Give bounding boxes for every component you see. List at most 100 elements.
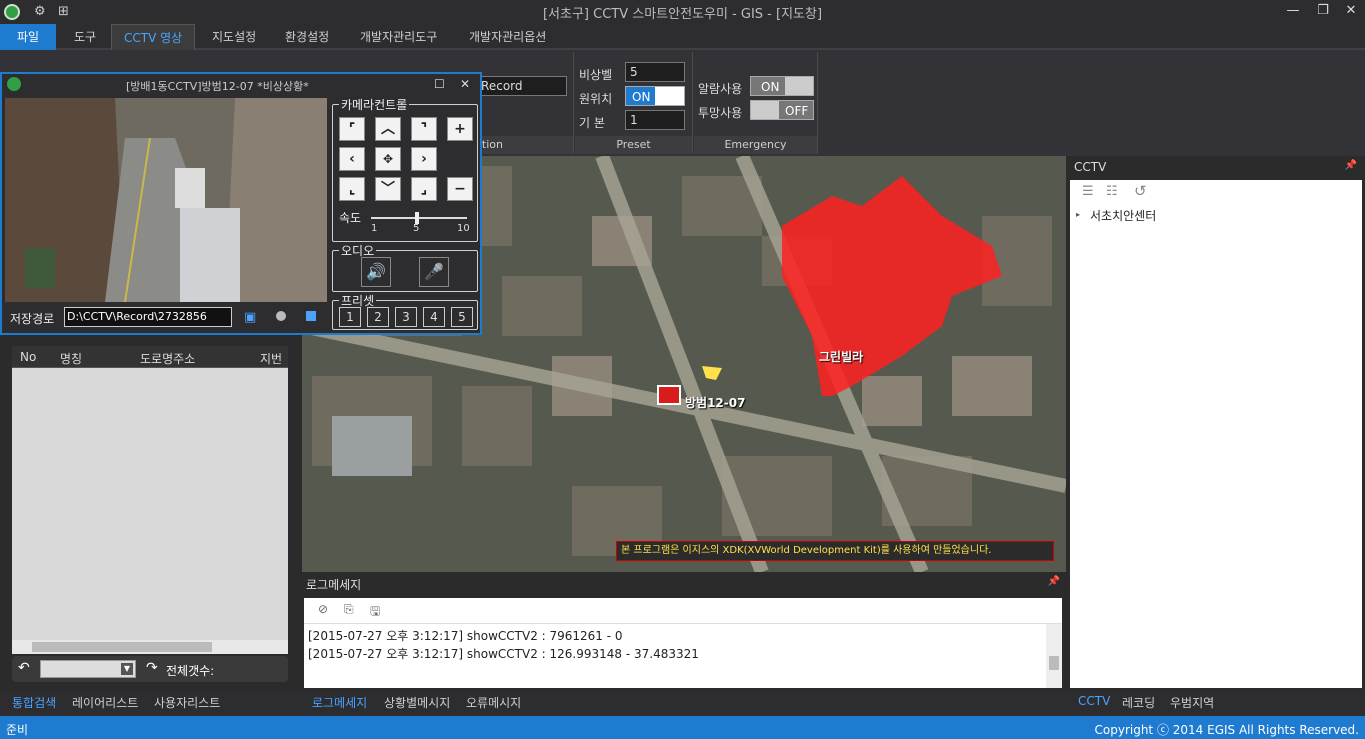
status-bar: 준비 Copyright ⓒ 2014 EGIS All Rights Rese…: [0, 716, 1365, 739]
list-expand-icon[interactable]: ☰: [1082, 184, 1094, 199]
log-line-1: [2015-07-27 오후 3:12:17] showCCTV2 : 7961…: [308, 629, 623, 643]
minimize-button[interactable]: —: [1282, 2, 1304, 20]
save-icon[interactable]: ▣: [244, 310, 256, 325]
results-table-body[interactable]: [12, 368, 288, 640]
camera-control-title: 카메라컨트롤: [339, 96, 410, 113]
restore-button[interactable]: ❐: [1312, 2, 1334, 20]
menu-file[interactable]: 파일: [0, 24, 56, 50]
pan-up-right-button[interactable]: ⌝: [411, 117, 437, 141]
preset-3-button[interactable]: 3: [395, 307, 417, 327]
menu-bar: 파일 도구 CCTV 영상 지도설정 환경설정 개발자관리도구 개발자관리옵션: [0, 24, 1365, 50]
emergency-bell-label: 비상벨: [579, 68, 613, 82]
menu-map-settings[interactable]: 지도설정: [200, 24, 268, 50]
pan-down-button[interactable]: ﹀: [375, 177, 401, 201]
emergency-bell-input[interactable]: 5: [625, 62, 685, 82]
pan-down-left-button[interactable]: ⌞: [339, 177, 365, 201]
status-text: 준비: [6, 723, 29, 737]
building-label: 그린빌라: [819, 350, 864, 364]
window-title: [서초구] CCTV 스마트안전도우미 - GIS - [지도창]: [542, 7, 823, 22]
pin-icon[interactable]: 📌: [1345, 160, 1357, 171]
pan-down-right-button[interactable]: ⌟: [411, 177, 437, 201]
menu-env-settings[interactable]: 환경설정: [273, 24, 341, 50]
tab-error-message[interactable]: 오류메시지: [466, 694, 521, 711]
center-move-icon[interactable]: ✥: [375, 147, 401, 171]
zoom-out-button[interactable]: −: [447, 177, 473, 201]
basic-input[interactable]: 1: [625, 110, 685, 130]
close-button[interactable]: ✕: [1340, 2, 1362, 20]
maximize-icon[interactable]: ☐: [434, 77, 445, 91]
table-header: No 명칭 도로명주소 지번주: [12, 346, 288, 383]
alarm-toggle[interactable]: ON: [750, 76, 814, 96]
tree-expand-icon[interactable]: ▸: [1076, 210, 1080, 219]
record-icon[interactable]: [276, 311, 286, 321]
log-panel: 로그메세지 📌 ⊘ ⎘ 🖫 [2015-07-27 오후 3:12:17] sh…: [302, 574, 1066, 690]
camera-marker-icon[interactable]: [656, 384, 680, 404]
save-log-icon[interactable]: 🖫: [370, 602, 380, 623]
speed-min: 1: [371, 223, 378, 234]
preset-1-button[interactable]: 1: [339, 307, 361, 327]
close-icon[interactable]: ✕: [460, 77, 470, 91]
tab-user-list[interactable]: 사용자리스트: [154, 694, 220, 711]
tab-cctv[interactable]: CCTV: [1078, 694, 1110, 708]
tree-item[interactable]: 서초치안센터: [1090, 207, 1156, 224]
map-notice: 본 프로그램은 이지스의 XDK(XVWorld Development Kit…: [616, 541, 1054, 561]
cctv-window: [방배1동CCTV]방범12-07 *비상상황* ☐ ✕ 카메라컨트롤 ⌜ ︿ …: [0, 72, 482, 335]
cctv-video-feed: [5, 98, 327, 302]
ribbon-group-preset: 비상벨 5 원위치 ON 기 본 1 Preset: [575, 52, 693, 154]
tab-situation-message[interactable]: 상황별메시지: [384, 694, 450, 711]
preset-4-button[interactable]: 4: [423, 307, 445, 327]
tab-layer-list[interactable]: 레이어리스트: [72, 694, 138, 711]
page-select[interactable]: ▼: [40, 660, 136, 678]
microphone-icon[interactable]: 🎤: [419, 257, 449, 287]
clear-log-icon[interactable]: ⊘: [318, 602, 328, 616]
cctv-panel-title: CCTV: [1074, 160, 1107, 174]
copy-log-icon[interactable]: ⎘: [344, 602, 354, 617]
copyright-text: Copyright ⓒ 2014 EGIS All Rights Reserve…: [1094, 723, 1360, 737]
tab-recording[interactable]: 레코딩: [1122, 694, 1155, 711]
refresh-icon[interactable]: ↺: [1134, 182, 1147, 200]
stop-icon[interactable]: [306, 311, 316, 321]
pan-up-button[interactable]: ︿: [375, 117, 401, 141]
tab-log-message[interactable]: 로그메세지: [312, 694, 367, 711]
column-no[interactable]: No: [20, 350, 36, 364]
search-panel: No 명칭 도로명주소 지번주 ↶ ▼ ↷ 전체갯수:: [0, 340, 300, 689]
tab-integrated-search[interactable]: 통합검색: [12, 694, 56, 711]
cctv-window-titlebar[interactable]: [방배1동CCTV]방범12-07 *비상상황* ☐ ✕: [2, 74, 480, 96]
camera-control-group: 카메라컨트롤 ⌜ ︿ ⌝ + ‹ ✥ › ⌞ ﹀ ⌟ − 속도 1 5 10: [332, 96, 478, 242]
horizontal-scrollbar[interactable]: [12, 640, 288, 654]
pan-left-button[interactable]: ‹: [339, 147, 365, 171]
menu-dev-tools[interactable]: 개발자관리도구: [348, 24, 449, 50]
forward-arrow-icon[interactable]: ↷: [146, 660, 158, 676]
speed-label: 속도: [339, 211, 362, 225]
total-count-label: 전체갯수:: [166, 664, 215, 678]
preset-5-button[interactable]: 5: [451, 307, 473, 327]
list-collapse-icon[interactable]: ☷: [1106, 184, 1118, 199]
speed-slider[interactable]: [371, 212, 467, 224]
speaker-icon[interactable]: 🔊: [361, 257, 391, 287]
vertical-scrollbar[interactable]: [1046, 624, 1062, 688]
menu-dev-options[interactable]: 개발자관리옵션: [457, 24, 558, 50]
emergency-group-label: Emergency: [694, 136, 817, 154]
home-toggle[interactable]: ON: [625, 86, 685, 106]
preset-2-button[interactable]: 2: [367, 307, 389, 327]
log-toolbar: ⊘ ⎘ 🖫: [304, 598, 1062, 624]
pan-up-left-button[interactable]: ⌜: [339, 117, 365, 141]
column-road-address[interactable]: 도로명주소: [140, 350, 195, 367]
transparent-toggle[interactable]: OFF: [750, 100, 814, 120]
menu-cctv-video[interactable]: CCTV 영상: [111, 24, 196, 50]
save-path-input[interactable]: D:\CCTV\Record\2732856: [64, 307, 232, 327]
pin-icon[interactable]: 📌: [1048, 576, 1060, 587]
preset-group-label: Preset: [575, 136, 692, 154]
pan-right-button[interactable]: ›: [411, 147, 437, 171]
zoom-in-button[interactable]: +: [447, 117, 473, 141]
tab-crime-area[interactable]: 우범지역: [1170, 694, 1214, 711]
cctv-tree: ☰ ☷ ↺ ▸ 서초치안센터: [1070, 180, 1362, 688]
back-arrow-icon[interactable]: ↶: [18, 660, 30, 676]
camera-label: 방범12-07: [685, 396, 746, 410]
menu-tools[interactable]: 도구: [62, 24, 108, 50]
scrollbar-thumb[interactable]: [32, 642, 212, 652]
scrollbar-thumb[interactable]: [1049, 656, 1059, 670]
column-name[interactable]: 명칭: [60, 350, 82, 367]
home-label: 원위치: [579, 92, 613, 106]
record-path-field[interactable]: \Record: [472, 76, 567, 96]
